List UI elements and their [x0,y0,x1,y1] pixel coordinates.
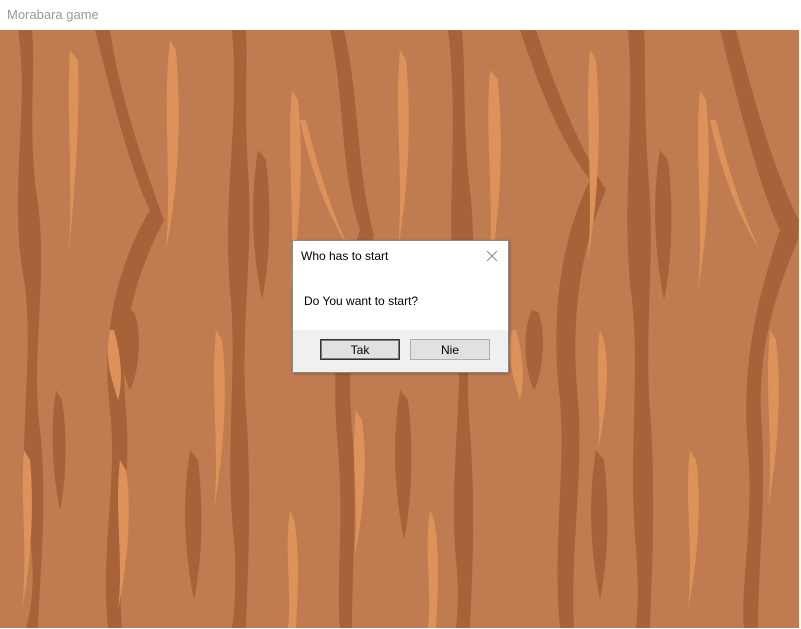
dialog-title: Who has to start [301,249,389,263]
title-bar[interactable]: Morabara game [0,0,799,29]
dialog-message: Do You want to start? [304,294,419,308]
close-icon[interactable] [484,248,500,264]
window-title: Morabara game [7,7,99,22]
yes-button[interactable]: Tak [320,339,400,360]
start-dialog: Who has to start Do You want to start? T… [292,240,509,373]
game-window: Morabara game Who has to start Do You wa… [0,0,801,629]
no-button[interactable]: Nie [410,339,490,360]
dialog-button-bar: Tak Nie [293,330,508,372]
